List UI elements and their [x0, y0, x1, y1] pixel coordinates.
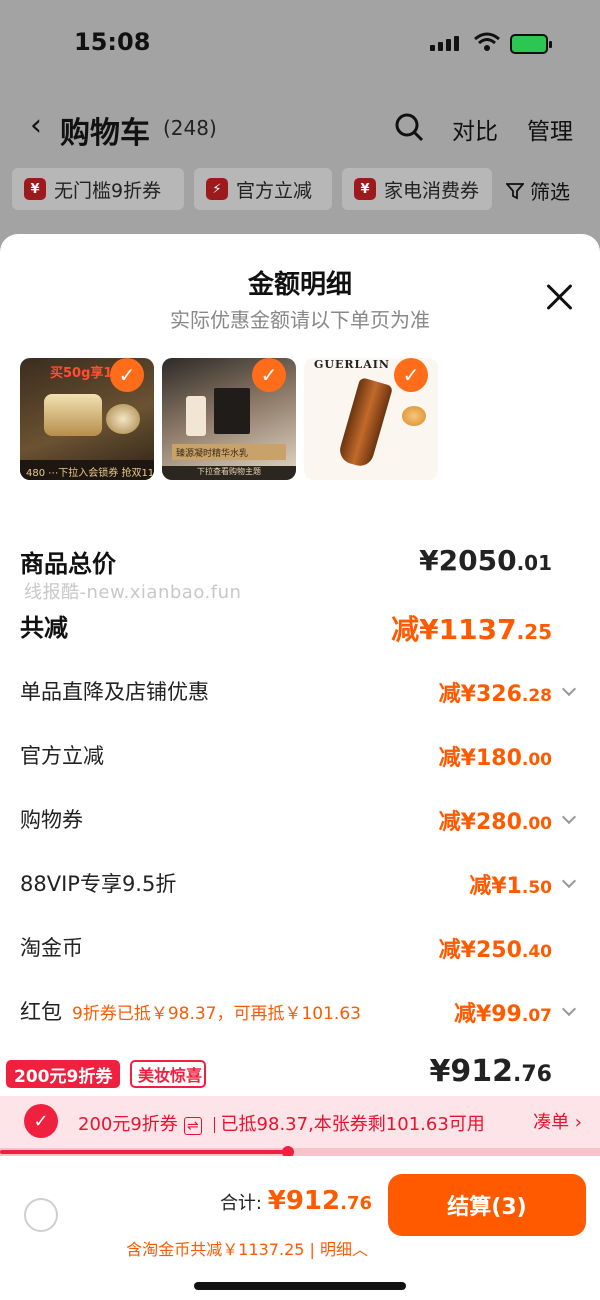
home-indicator [194, 1282, 406, 1290]
discount-label: 淘金币 [20, 936, 83, 960]
discount-row: 官方立减 减¥180.00 [20, 740, 580, 780]
discount-value: 减¥250.40 [438, 938, 552, 963]
coupon-remaining: 已抵98.37,本张券剩101.63可用 [220, 1114, 485, 1135]
filter-button[interactable]: 筛选 [506, 176, 570, 205]
total-price-label: 商品总价 [20, 550, 116, 578]
red-packet-note: 9折券已抵￥98.37，可再抵￥101.63 [72, 1004, 361, 1024]
status-time: 15:08 [74, 28, 151, 56]
discount-label: 88VIP专享9.5折 [20, 872, 177, 896]
chip-discount-coupon[interactable]: ¥ 无门槛9折券 [12, 168, 184, 210]
filter-icon [506, 182, 524, 199]
chip-label: 官方立减 [236, 179, 313, 202]
add-items-button[interactable]: 凑单 › [533, 1108, 582, 1134]
checkout-button[interactable]: 结算(3) [388, 1174, 586, 1236]
chip-label: 无门槛9折券 [54, 179, 162, 202]
coupon-icon: ¥ [24, 178, 46, 200]
compare-button[interactable]: 对比 [452, 112, 498, 146]
chevron-down-icon[interactable] [561, 1001, 577, 1017]
wifi-icon [474, 32, 500, 56]
coupon-check-icon[interactable]: ✓ [24, 1104, 58, 1138]
check-icon: ✓ [252, 358, 286, 392]
coupon-info: 200元9折券 ⇌ 已抵98.37,本张券剩101.63可用 [78, 1110, 485, 1136]
battery-icon [510, 34, 552, 54]
discount-value: 减¥1.50 [469, 874, 552, 899]
total-price-value: ¥2050.01 [419, 544, 552, 577]
discount-row[interactable]: 购物券 减¥280.00 [20, 804, 580, 844]
page-title: 购物车 [60, 116, 150, 151]
sheet-subtitle: 实际优惠金额请以下单页为准 [170, 308, 430, 332]
divider [213, 1117, 215, 1133]
coupon-icon: ¥ [354, 178, 376, 200]
discount-row[interactable]: 单品直降及店铺优惠 减¥326.28 [20, 676, 580, 716]
product-promo-text: 臻源凝时精华水乳 [172, 444, 286, 460]
amount-detail-sheet: 金额明细 实际优惠金额请以下单页为准 买50g享100 480 ⋯下拉入会锁券 … [0, 234, 600, 1300]
watermark: 线报酷-new.xianbao.fun [24, 582, 242, 603]
filter-label: 筛选 [530, 180, 570, 204]
discount-label: 购物券 [20, 808, 83, 832]
coupon-name: 200元9折券 [78, 1114, 178, 1135]
chip-label: 家电消费券 [384, 179, 480, 202]
status-bar: 15:08 [0, 28, 600, 62]
close-icon[interactable] [544, 282, 574, 312]
search-icon[interactable] [394, 112, 424, 146]
brand-logo: GUERLAIN [314, 358, 390, 371]
discount-row: 淘金币 减¥250.40 [20, 932, 580, 972]
product-price-band: 下拉查看购物主题 [162, 466, 296, 480]
checkout-bar: 合计: ¥912.76 含淘金币共减￥1137.25 | 明细︿ 结算(3) [0, 1156, 600, 1300]
total-value: ¥912.76 [267, 1186, 372, 1216]
discount-label: 红包 9折券已抵￥98.37，可再抵￥101.63 [20, 1000, 361, 1024]
product-image [336, 376, 394, 470]
product-price-band: 480 ⋯下拉入会锁券 抢双11重磅礼遇 [20, 460, 154, 480]
product-thumbnail[interactable]: 臻源凝时精华水乳 下拉查看购物主题 ✓ [162, 358, 296, 480]
coupon-tag-secondary: 美妆惊喜 [130, 1060, 206, 1088]
product-image-detail [214, 388, 250, 434]
discount-value: 减¥99.07 [453, 1002, 552, 1027]
coupon-progress-fill [0, 1150, 288, 1154]
sheet-title: 金额明细 [247, 270, 352, 300]
coupon-progress-bar [0, 1146, 600, 1158]
cart-count: (248) [163, 116, 217, 140]
total-discount-label: 共减 [20, 614, 68, 642]
chip-appliance-coupon[interactable]: ¥ 家电消费券 [342, 168, 492, 210]
discount-row[interactable]: 88VIP专享9.5折 减¥1.50 [20, 868, 580, 908]
switch-coupon-icon[interactable]: ⇌ [183, 1117, 202, 1135]
product-image [44, 394, 102, 436]
total-label: 合计: [219, 1193, 268, 1214]
coupon-tag: 200元9折券 [6, 1060, 121, 1088]
detail-toggle[interactable]: 含淘金币共减￥1137.25 | 明细︿ [126, 1236, 368, 1260]
product-image-detail [106, 404, 140, 434]
final-price: ¥912.76 [429, 1054, 552, 1089]
total-summary: 合计: ¥912.76 [220, 1186, 372, 1216]
product-thumbnail[interactable]: GUERLAIN ✓ [304, 358, 438, 480]
promo-filter-chips: ¥ 无门槛9折券 ⚡ 官方立减 ¥ 家电消费券 筛选 [0, 168, 600, 212]
check-icon: ✓ [394, 358, 428, 392]
chevron-down-icon[interactable] [561, 681, 577, 697]
discount-value: 减¥280.00 [438, 810, 552, 835]
cart-nav-bar: ‹ 购物车 (248) 对比 管理 [0, 104, 600, 151]
chevron-down-icon[interactable] [561, 809, 577, 825]
discount-row[interactable]: 红包 9折券已抵￥98.37，可再抵￥101.63 减¥99.07 [20, 996, 580, 1036]
coupon-bar: ✓ 200元9折券 ⇌ 已抵98.37,本张券剩101.63可用 凑单 › [0, 1096, 600, 1148]
discount-label: 官方立减 [20, 744, 104, 768]
product-image-detail [402, 406, 426, 426]
discount-label: 单品直降及店铺优惠 [20, 680, 209, 704]
chevron-down-icon[interactable] [561, 873, 577, 889]
select-all-radio[interactable] [24, 1198, 58, 1232]
total-discount-value: 减¥1137.25 [391, 613, 552, 646]
product-image [186, 396, 206, 436]
cellular-signal-icon [430, 36, 459, 51]
discount-value: 减¥180.00 [438, 746, 552, 771]
discount-value: 减¥326.28 [438, 682, 552, 707]
back-icon[interactable]: ‹ [30, 108, 42, 143]
lightning-icon: ⚡ [206, 178, 228, 200]
cart-page-background: 15:08 ‹ 购物车 (248) 对比 管理 ¥ 无门槛9折券 ⚡ 官方立减 … [0, 0, 600, 260]
chip-official-discount[interactable]: ⚡ 官方立减 [194, 168, 332, 210]
check-icon: ✓ [110, 358, 144, 392]
product-thumbnail[interactable]: 买50g享100 480 ⋯下拉入会锁券 抢双11重磅礼遇 ✓ [20, 358, 154, 480]
manage-button[interactable]: 管理 [527, 112, 573, 146]
total-discount-row: 共减 减¥1137.25 [20, 608, 580, 648]
